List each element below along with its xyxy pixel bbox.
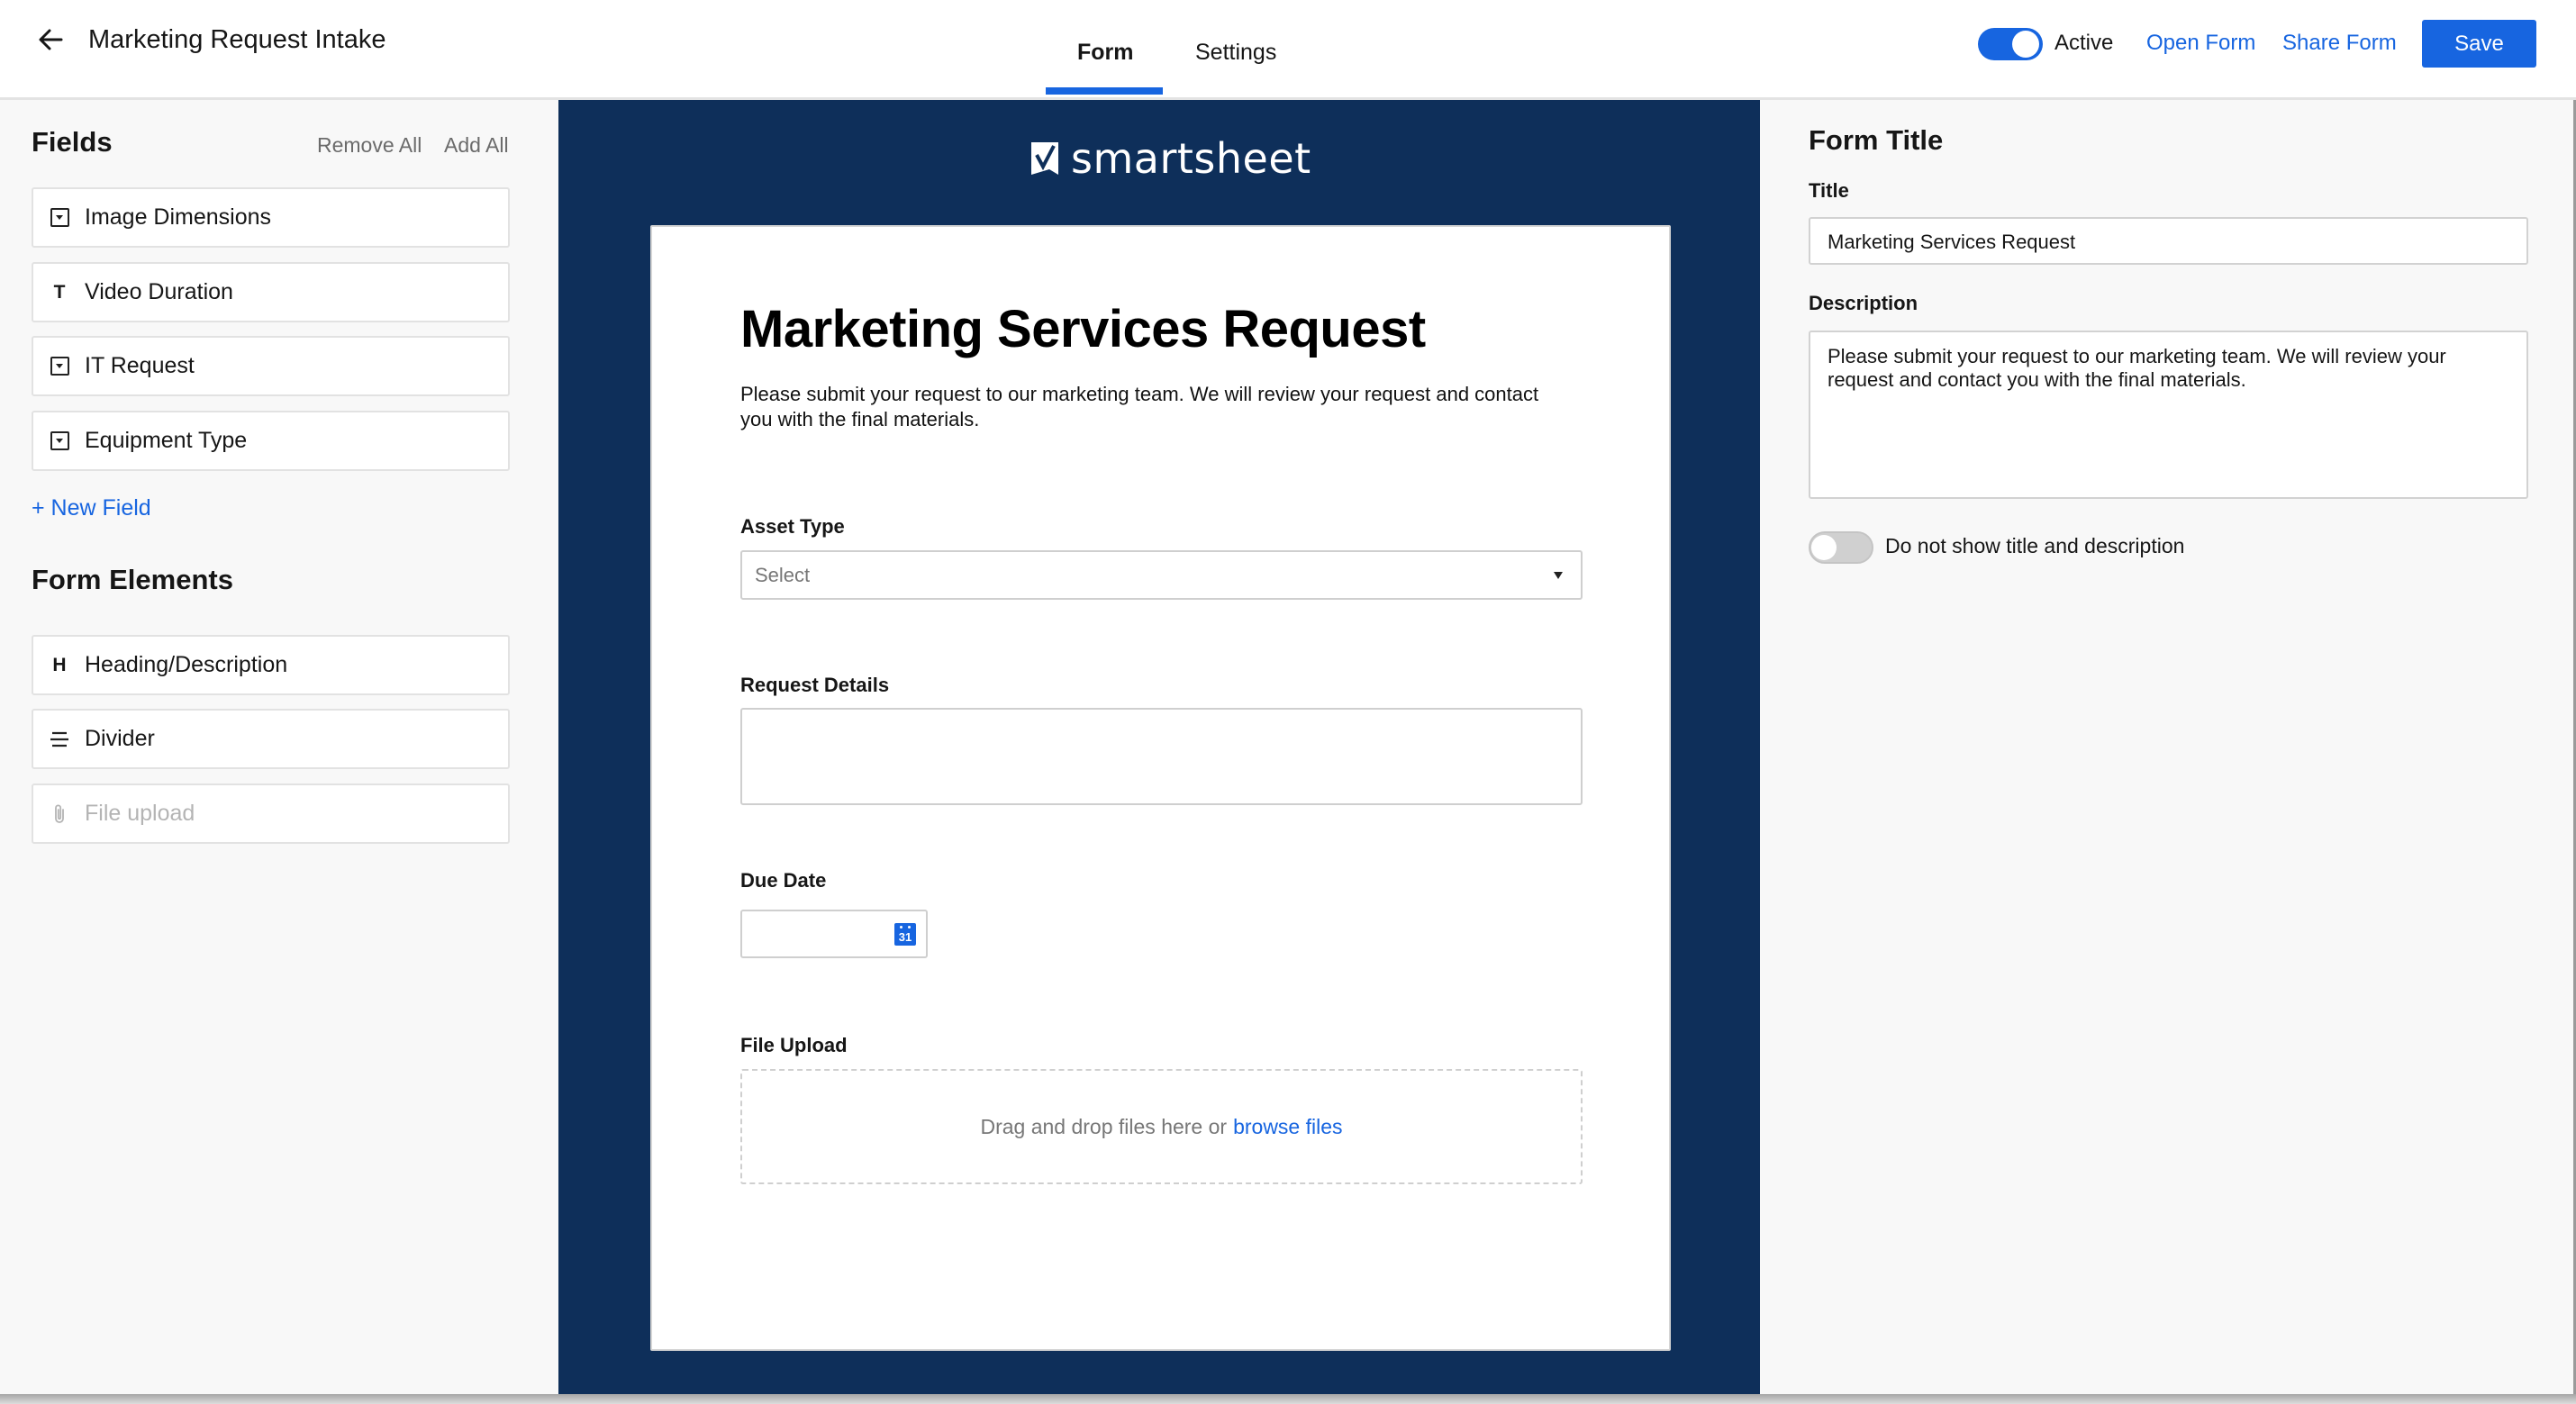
field-item-equipment-type[interactable]: Equipment Type [32, 411, 510, 471]
element-item-heading-description[interactable]: H Heading/Description [32, 635, 510, 695]
dropdown-field-icon [49, 431, 70, 450]
tab-settings[interactable]: Settings [1195, 40, 1276, 66]
element-item-label: File upload [85, 801, 195, 826]
form-title[interactable]: Marketing Services Request [740, 299, 1426, 359]
tab-form[interactable]: Form [1077, 40, 1134, 66]
due-date-input[interactable]: 31 [740, 910, 928, 958]
toggle-knob [2012, 31, 2039, 58]
new-field-button[interactable]: + New Field [32, 495, 151, 521]
form-preview-canvas: smartsheet Marketing Services Request Pl… [558, 100, 1760, 1394]
calendar-icon[interactable]: 31 [894, 923, 916, 946]
dropdown-field-icon [49, 208, 70, 227]
asset-type-select[interactable]: Select [740, 550, 1583, 600]
field-item-label: IT Request [85, 353, 195, 378]
field-item-label: Equipment Type [85, 428, 248, 453]
hide-title-toggle-label: Do not show title and description [1885, 534, 2185, 557]
divider-icon [49, 730, 70, 748]
page-title: Marketing Request Intake [88, 25, 386, 54]
request-details-label: Request Details [740, 674, 890, 696]
description-textarea[interactable]: Please submit your request to our market… [1809, 331, 2528, 499]
remove-all-button[interactable]: Remove All [317, 133, 422, 158]
asset-type-placeholder: Select [755, 563, 811, 586]
browse-files-link[interactable]: browse files [1233, 1115, 1342, 1139]
title-label: Title [1809, 179, 1849, 202]
due-date-label: Due Date [740, 869, 827, 892]
field-item-image-dimensions[interactable]: Image Dimensions [32, 187, 510, 248]
element-item-divider[interactable]: Divider [32, 709, 510, 769]
caret-down-icon [1554, 571, 1563, 579]
file-upload-label: File Upload [740, 1034, 848, 1056]
form-title-heading: Form Title [1809, 124, 1944, 156]
field-item-it-request[interactable]: IT Request [32, 336, 510, 396]
dropzone-prompt: Drag and drop files here or [980, 1114, 1228, 1138]
text-field-icon: T [53, 281, 66, 303]
request-details-input[interactable] [740, 708, 1583, 805]
smartsheet-logo: smartsheet [1031, 134, 1311, 183]
fields-heading: Fields [32, 126, 113, 158]
form-description[interactable]: Please submit your request to our market… [740, 382, 1551, 432]
field-item-video-duration[interactable]: T Video Duration [32, 262, 510, 322]
active-toggle-label: Active [2054, 31, 2114, 55]
fields-panel: Fields Remove All Add All Image Dimensio… [0, 100, 558, 1394]
logo-text: smartsheet [1071, 134, 1311, 183]
title-input[interactable]: Marketing Services Request [1809, 217, 2528, 265]
heading-icon: H [52, 654, 67, 675]
save-button[interactable]: Save [2422, 20, 2536, 68]
properties-panel: Form Title Title Marketing Services Requ… [1760, 100, 2576, 1394]
form-card: Marketing Services Request Please submit… [650, 225, 1671, 1351]
field-item-label: Video Duration [85, 279, 233, 304]
window-bottom-edge [0, 1394, 2576, 1404]
smartsheet-check-icon [1031, 142, 1058, 175]
form-elements-heading: Form Elements [32, 564, 233, 595]
asset-type-label: Asset Type [740, 515, 845, 538]
description-label: Description [1809, 292, 1918, 314]
element-item-label: Heading/Description [85, 652, 288, 677]
share-form-link[interactable]: Share Form [2282, 31, 2397, 56]
file-dropzone[interactable]: Drag and drop files here or browse files [740, 1069, 1583, 1184]
back-button[interactable] [32, 22, 68, 58]
top-bar: Marketing Request Intake Form Settings A… [0, 0, 2576, 100]
element-item-label: Divider [85, 726, 155, 751]
field-item-label: Image Dimensions [85, 204, 272, 230]
open-form-link[interactable]: Open Form [2146, 31, 2255, 56]
paperclip-icon [49, 803, 70, 825]
active-toggle[interactable] [1978, 28, 2043, 60]
add-all-button[interactable]: Add All [444, 133, 509, 158]
dropdown-field-icon [49, 357, 70, 376]
toggle-knob [1811, 535, 1837, 560]
element-item-file-upload: File upload [32, 784, 510, 844]
hide-title-toggle[interactable] [1809, 531, 1873, 564]
arrow-left-icon [39, 29, 63, 50]
active-tab-indicator [1046, 87, 1163, 95]
